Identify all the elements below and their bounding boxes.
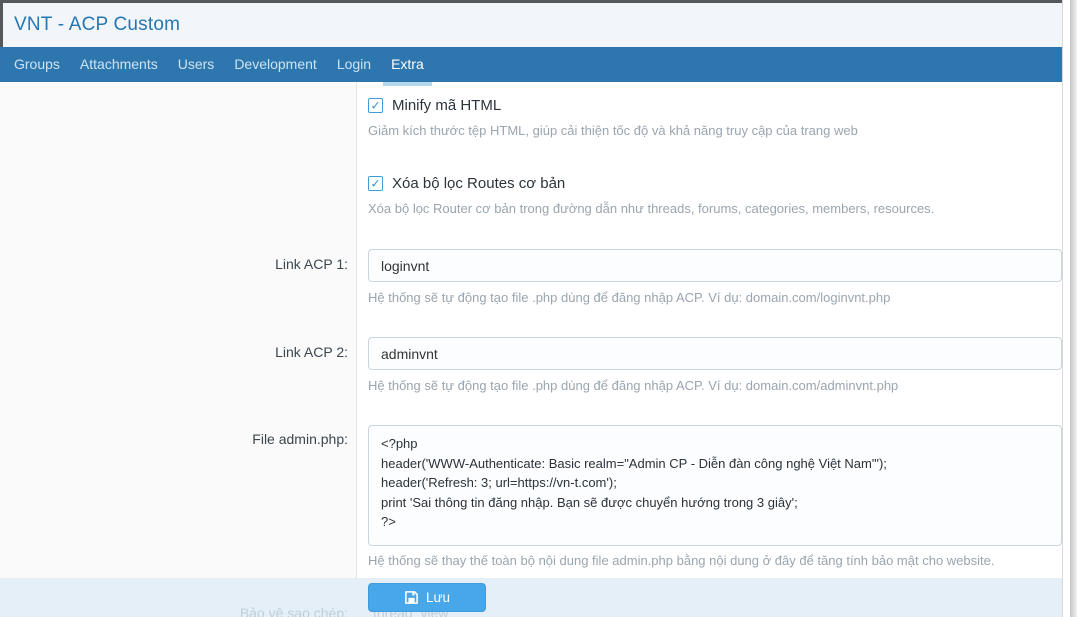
- file-adminphp-hint: Hệ thống sẽ thay thế toàn bộ nội dung fi…: [368, 553, 1058, 568]
- page-header: VNT - ACP Custom: [0, 3, 1062, 47]
- remove-routes-hint: Xóa bộ lọc Router cơ bản trong đường dẫn…: [368, 201, 1058, 216]
- scrollbar-track[interactable]: [1070, 0, 1077, 617]
- minify-html-row: ✓ Minify mã HTML: [368, 97, 501, 114]
- save-button-label: Lưu: [426, 590, 450, 605]
- remove-routes-label[interactable]: Xóa bộ lọc Routes cơ bản: [392, 175, 565, 192]
- tab-bar: Groups Attachments Users Development Log…: [0, 47, 1062, 82]
- minify-html-checkbox[interactable]: ✓: [368, 98, 383, 113]
- minify-html-label[interactable]: Minify mã HTML: [392, 97, 501, 114]
- checkmark-icon: ✓: [370, 99, 380, 111]
- floppy-disk-icon: [404, 590, 419, 605]
- file-adminphp-label: File admin.php:: [0, 431, 348, 447]
- file-adminphp-textarea[interactable]: <?php header('WWW-Authenticate: Basic re…: [368, 425, 1062, 546]
- link-acp1-hint: Hệ thống sẽ tự động tạo file .php dùng đ…: [368, 290, 1058, 305]
- tab-attachments[interactable]: Attachments: [80, 47, 158, 82]
- remove-routes-checkbox[interactable]: ✓: [368, 176, 383, 191]
- page-title: VNT - ACP Custom: [0, 14, 180, 36]
- save-footer-bar: Bảo vệ sao chép: thread_view Lưu: [0, 578, 1062, 617]
- minify-html-hint: Giảm kích thước tệp HTML, giúp cải thiện…: [368, 123, 1058, 138]
- tab-extra[interactable]: Extra: [391, 47, 424, 82]
- link-acp2-label: Link ACP 2:: [0, 344, 348, 360]
- label-column-background: [0, 82, 357, 578]
- link-acp2-hint: Hệ thống sẽ tự động tạo file .php dùng đ…: [368, 378, 1058, 393]
- acp-window: VNT - ACP Custom Groups Attachments User…: [0, 0, 1063, 617]
- tab-groups[interactable]: Groups: [14, 47, 60, 82]
- tab-users[interactable]: Users: [178, 47, 215, 82]
- link-acp1-input[interactable]: [368, 249, 1062, 282]
- options-form: ✓ Minify mã HTML Giảm kích thước tệp HTM…: [0, 82, 1062, 578]
- checkmark-icon: ✓: [370, 177, 380, 189]
- obscured-copy-protect-label: Bảo vệ sao chép:: [0, 605, 348, 617]
- tab-login[interactable]: Login: [337, 47, 371, 82]
- link-acp1-label: Link ACP 1:: [0, 256, 348, 272]
- link-acp2-input[interactable]: [368, 337, 1062, 370]
- acp-options-screen: VNT - ACP Custom Groups Attachments User…: [0, 0, 1077, 617]
- tab-development[interactable]: Development: [234, 47, 317, 82]
- save-button[interactable]: Lưu: [368, 583, 486, 612]
- remove-routes-row: ✓ Xóa bộ lọc Routes cơ bản: [368, 175, 565, 192]
- window-left-border: [0, 3, 3, 47]
